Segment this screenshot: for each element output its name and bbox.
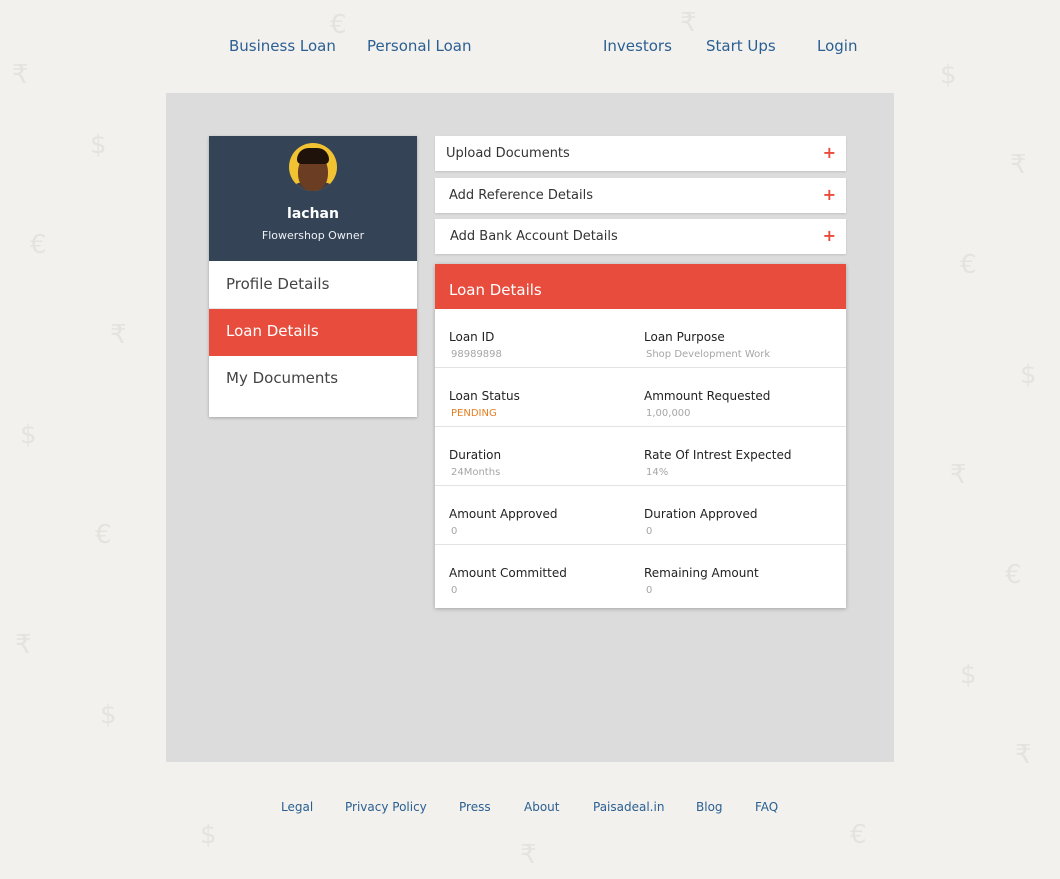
field-value: 0	[451, 585, 458, 596]
loan-row: Loan ID 98989898 Loan Purpose Shop Devel…	[435, 309, 846, 368]
footer-link-legal[interactable]: Legal	[281, 800, 313, 814]
sidebar-item-profile-details[interactable]: Profile Details	[209, 262, 417, 309]
accordion-label: Add Bank Account Details	[450, 229, 618, 244]
accordion-add-bank-account-details[interactable]: Add Bank Account Details +	[435, 219, 846, 254]
field-label: Amount Approved	[449, 507, 558, 521]
footer-link-faq[interactable]: FAQ	[755, 800, 778, 814]
loan-row: Loan Status PENDING Ammount Requested 1,…	[435, 368, 846, 427]
field-value: 0	[646, 585, 653, 596]
loan-details-card: Loan Details Loan ID 98989898 Loan Purpo…	[435, 264, 846, 608]
sidebar-item-my-documents[interactable]: My Documents	[209, 356, 417, 403]
profile-card: lachan Flowershop Owner Profile Details …	[209, 136, 417, 417]
dashboard-panel: lachan Flowershop Owner Profile Details …	[166, 93, 894, 762]
loan-details-title: Loan Details	[435, 264, 846, 309]
field-value: Shop Development Work	[646, 349, 771, 360]
footer-link-privacy-policy[interactable]: Privacy Policy	[345, 800, 427, 814]
field-label: Ammount Requested	[644, 389, 771, 403]
nav-business-loan[interactable]: Business Loan	[229, 37, 336, 55]
profile-header: lachan Flowershop Owner	[209, 136, 417, 261]
field-label: Loan Purpose	[644, 330, 725, 344]
avatar	[289, 143, 337, 191]
footer-link-about[interactable]: About	[524, 800, 559, 814]
nav-login[interactable]: Login	[817, 37, 857, 55]
accordion-add-reference-details[interactable]: Add Reference Details +	[435, 178, 846, 213]
plus-icon[interactable]: +	[823, 226, 836, 245]
plus-icon[interactable]: +	[823, 143, 836, 162]
profile-role: Flowershop Owner	[261, 229, 365, 242]
loan-row: Amount Committed 0 Remaining Amount 0	[435, 545, 846, 603]
nav-start-ups[interactable]: Start Ups	[706, 37, 776, 55]
field-label: Duration	[449, 448, 502, 462]
field-value: 14%	[646, 467, 669, 478]
accordion-label: Add Reference Details	[449, 188, 593, 203]
footer-link-blog[interactable]: Blog	[696, 800, 723, 814]
field-value: 24Months	[451, 467, 501, 478]
plus-icon[interactable]: +	[823, 185, 836, 204]
field-label: Amount Committed	[449, 566, 567, 580]
top-navigation: Business Loan Personal Loan Investors St…	[0, 0, 1060, 92]
loan-row: Amount Approved 0 Duration Approved 0	[435, 486, 846, 545]
nav-personal-loan[interactable]: Personal Loan	[367, 37, 472, 55]
footer-link-press[interactable]: Press	[459, 800, 491, 814]
status-badge: PENDING	[451, 408, 497, 419]
profile-name: lachan	[287, 206, 339, 222]
sidebar-item-loan-details[interactable]: Loan Details	[209, 309, 417, 356]
field-label: Remaining Amount	[644, 566, 759, 580]
field-label: Loan Status	[449, 389, 520, 403]
field-label: Loan ID	[449, 330, 495, 344]
field-value: 0	[451, 526, 458, 537]
field-value: 98989898	[451, 349, 502, 360]
field-label: Duration Approved	[644, 507, 758, 521]
accordion-label: Upload Documents	[446, 146, 570, 161]
field-value: 0	[646, 526, 653, 537]
nav-investors[interactable]: Investors	[603, 37, 672, 55]
field-label: Rate Of Intrest Expected	[644, 448, 792, 462]
field-value: 1,00,000	[646, 408, 691, 419]
loan-row: Duration 24Months Rate Of Intrest Expect…	[435, 427, 846, 486]
accordion-upload-documents[interactable]: Upload Documents +	[435, 136, 846, 171]
footer-link-paisadeal[interactable]: Paisadeal.in	[593, 800, 664, 814]
